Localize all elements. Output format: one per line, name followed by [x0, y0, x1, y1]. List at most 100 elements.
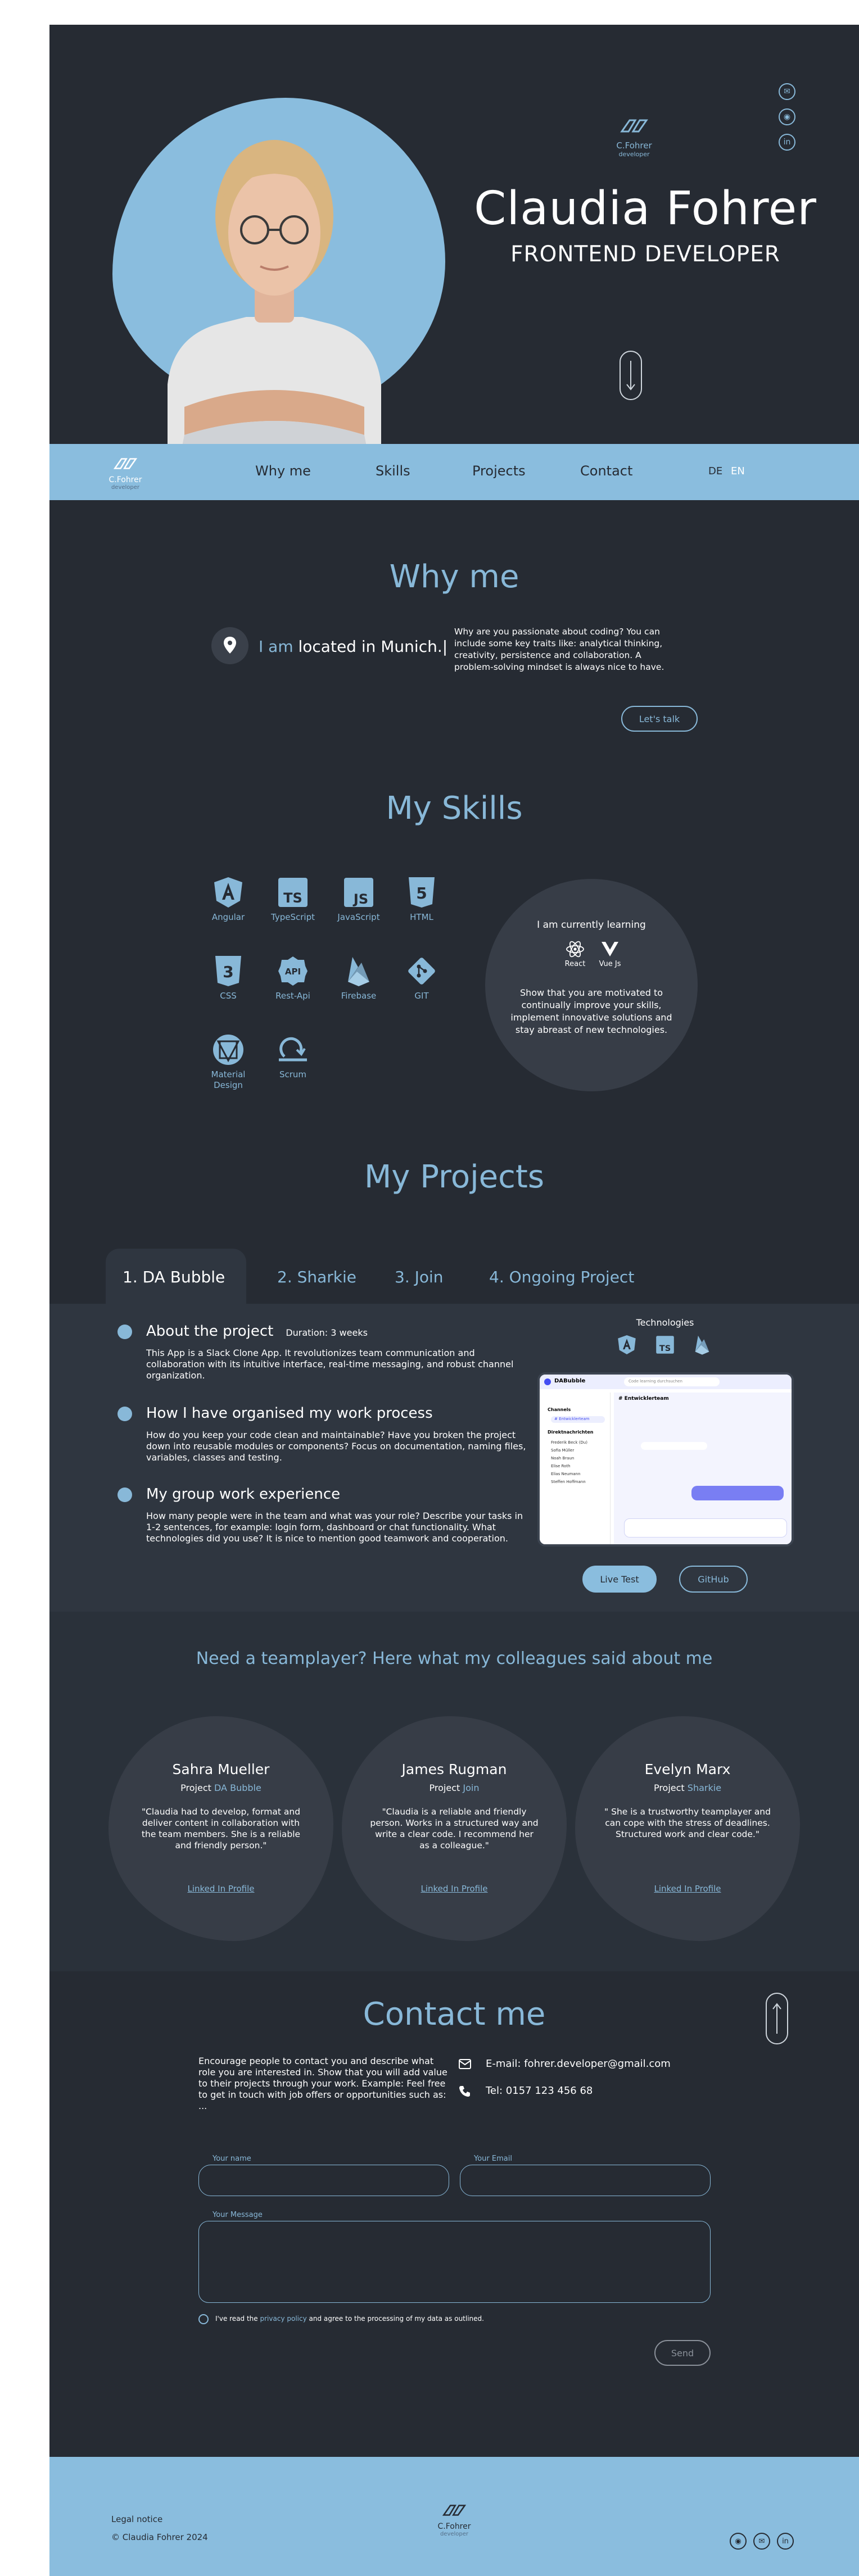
nav-item-projects[interactable]: Projects [472, 463, 526, 479]
tab-join[interactable]: 3. Join [378, 1249, 460, 1305]
mock-message [641, 1442, 707, 1450]
hero-name: Claudia Fohrer [474, 182, 817, 235]
skill-css: 3 CSS [197, 955, 259, 1001]
lets-talk-button[interactable]: Let's talk [621, 706, 698, 732]
scroll-up-button[interactable] [766, 1993, 788, 2044]
scrum-icon [277, 1033, 309, 1066]
location-line: I am located in Munich.| [259, 637, 447, 656]
why-me-text: Why are you passionate about coding? You… [454, 627, 664, 672]
testimonial-name: Sahra Mueller [172, 1761, 270, 1777]
linkedin-profile-link[interactable]: Linked In Profile [108, 1884, 333, 1894]
contact-title: Contact me [363, 1996, 546, 2033]
skill-label: HTML [410, 912, 433, 922]
skill-git: GIT [391, 955, 453, 1001]
mock-channel-item: # Entwicklerteam [551, 1416, 605, 1423]
skill-label: Scrum [279, 1069, 307, 1080]
project-tabs: 1. DA Bubble 2. Sharkie 3. Join 4. Ongoi… [49, 1249, 859, 1305]
github-icon[interactable]: ◉ [730, 2533, 747, 2550]
live-test-button[interactable]: Live Test [582, 1566, 657, 1593]
process-title: How I have organised my work process [146, 1405, 433, 1422]
skill-rest-api: API Rest-Api [262, 955, 324, 1001]
privacy-prefix: I've read the [215, 2315, 258, 2323]
linkedin-icon[interactable]: in [779, 134, 795, 151]
scroll-down-button[interactable] [620, 351, 642, 400]
linkedin-profile-link[interactable]: Linked In Profile [575, 1884, 800, 1894]
svg-text:TS: TS [283, 890, 302, 906]
learning-vue-label: Vue Js [599, 960, 621, 968]
tab-da-bubble[interactable]: 1. DA Bubble [106, 1249, 246, 1305]
phone-icon [459, 2086, 470, 2097]
testimonial-project: Project Join [342, 1783, 567, 1793]
email-label: Your Email [474, 2155, 512, 2163]
mock-message-own [691, 1486, 784, 1500]
mock-direct-messages: Direktnachrichten [548, 1430, 594, 1435]
github-icon[interactable]: ◉ [779, 108, 795, 125]
mock-member: Noah Braun [551, 1456, 575, 1461]
tab-sharkie[interactable]: 2. Sharkie [260, 1249, 373, 1305]
tab-ongoing-project[interactable]: 4. Ongoing Project [472, 1249, 651, 1305]
technologies-title: Technologies [636, 1317, 694, 1328]
linkedin-icon[interactable]: in [777, 2533, 794, 2550]
nav-logo[interactable]: C.Fohrer developer [106, 454, 145, 491]
arrow-down-icon [626, 361, 635, 391]
message-label: Your Message [213, 2211, 263, 2219]
legal-notice-link[interactable]: Legal notice [111, 2514, 162, 2524]
projects-title: My Projects [364, 1159, 545, 1195]
hero-logo[interactable]: C.Fohrer developer [612, 115, 657, 158]
material-design-icon [212, 1033, 245, 1066]
privacy-checkbox[interactable] [198, 2314, 209, 2324]
linkedin-profile-link[interactable]: Linked In Profile [342, 1884, 567, 1894]
skill-scrum: Scrum [262, 1033, 324, 1080]
privacy-policy-link[interactable]: privacy policy [260, 2315, 307, 2323]
contact-phone[interactable]: Tel: 0157 123 456 68 [486, 2085, 593, 2097]
testimonial-project-prefix: Project [653, 1783, 685, 1793]
send-button[interactable]: Send [654, 2340, 711, 2366]
testimonial-project-name: Sharkie [687, 1783, 722, 1793]
nav-item-skills[interactable]: Skills [376, 463, 410, 479]
testimonial-project-prefix: Project [180, 1783, 211, 1793]
footer-brand-name: C.Fohrer [437, 2522, 471, 2531]
github-button[interactable]: GitHub [679, 1566, 748, 1593]
testimonial-name: James Rugman [401, 1761, 507, 1777]
contact-text: Encourage people to contact you and desc… [198, 2056, 447, 2111]
why-me-title: Why me [389, 559, 519, 595]
mail-icon [459, 2059, 471, 2069]
skill-label: CSS [220, 991, 237, 1001]
skill-firebase: Firebase [328, 955, 390, 1001]
skill-typescript: TS TypeScript [262, 876, 324, 923]
lang-de[interactable]: DE [708, 465, 722, 477]
skill-angular: Angular [197, 876, 259, 923]
html-icon: 5 [405, 876, 438, 909]
footer-brand-sub: developer [440, 2531, 469, 2537]
located-text: located in Munich.| [298, 637, 448, 656]
email-icon[interactable]: ✉ [753, 2533, 770, 2550]
angular-icon [212, 876, 245, 909]
testimonials-title: Need a teamplayer? Here what my colleagu… [196, 1649, 713, 1668]
nav-item-why-me[interactable]: Why me [255, 463, 311, 479]
contact-email[interactable]: E-mail: fohrer.developer@gmail.com [486, 2058, 671, 2070]
privacy-suffix: and agree to the processing of my data a… [309, 2315, 484, 2323]
copyright: © Claudia Fohrer 2024 [111, 2532, 208, 2542]
skill-label: Material Design [211, 1069, 246, 1090]
lang-en[interactable]: EN [731, 465, 745, 477]
message-textarea[interactable] [198, 2221, 711, 2303]
social-sidebar: ✉ ◉ in [779, 83, 798, 159]
firebase-icon [695, 1335, 709, 1355]
skills-title: My Skills [386, 790, 523, 827]
portrait-image [168, 140, 381, 469]
javascript-icon: JS [342, 876, 375, 909]
hero-brand-sub: developer [618, 151, 650, 158]
mock-member: Sofia Müller [551, 1448, 575, 1453]
email-input[interactable] [460, 2165, 711, 2196]
bullet-dot [117, 1325, 132, 1339]
mock-search: Code learning durchsuchen [624, 1377, 720, 1386]
typescript-icon: TS [277, 876, 309, 909]
svg-text:JS: JS [352, 891, 368, 907]
testimonial-quote: "Claudia is a reliable and friendly pers… [370, 1807, 539, 1851]
nav-item-contact[interactable]: Contact [580, 463, 632, 479]
email-icon[interactable]: ✉ [779, 83, 795, 100]
footer-logo[interactable]: C.Fohrer developer [435, 2501, 474, 2537]
name-input[interactable] [198, 2165, 449, 2196]
mock-channel-header: # Entwicklerteam [618, 1396, 669, 1402]
learning-text: Show that you are motivated to continual… [510, 987, 672, 1035]
